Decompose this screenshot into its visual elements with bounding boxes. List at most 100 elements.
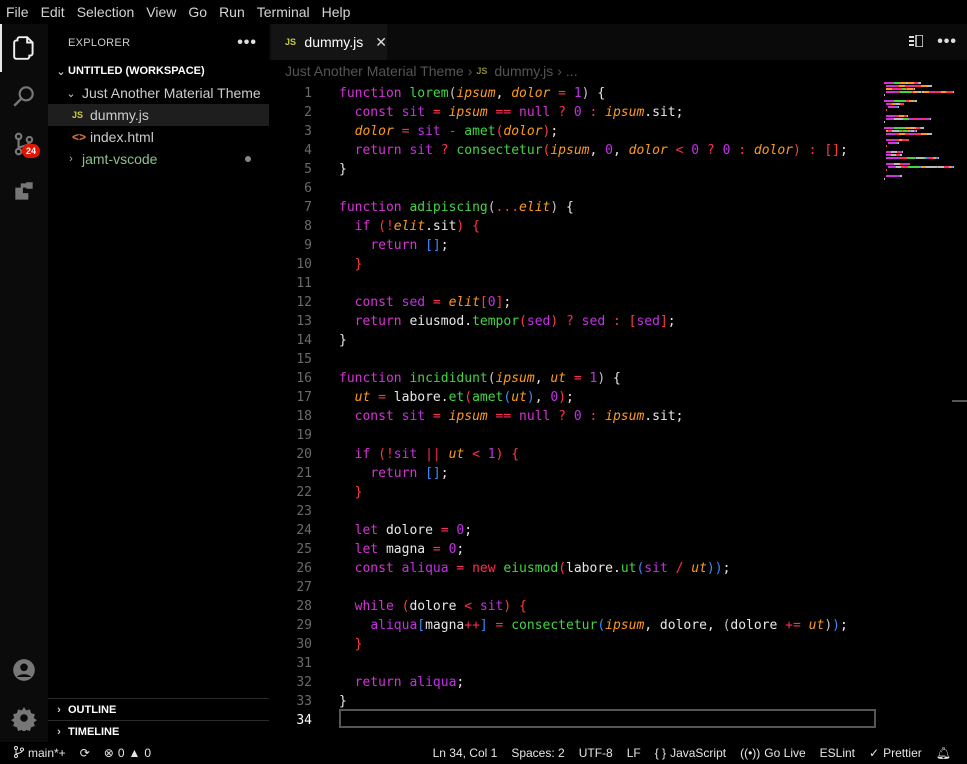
minimap-line bbox=[884, 154, 954, 156]
line-number: 24 bbox=[296, 523, 312, 538]
sync-button[interactable]: ⟳ bbox=[80, 746, 90, 760]
menu-selection[interactable]: Selection bbox=[77, 0, 135, 24]
notifications-bell-icon[interactable]: 🔔︎ bbox=[936, 746, 951, 760]
settings-gear-icon[interactable] bbox=[0, 694, 48, 742]
minimap-line bbox=[884, 160, 954, 162]
minimap-line bbox=[884, 181, 954, 183]
breadcrumb-file[interactable]: dummy.js bbox=[494, 63, 553, 79]
code-line: 30 } bbox=[269, 635, 879, 654]
tab-dummy-js[interactable]: JS dummy.js ✕ bbox=[271, 24, 387, 60]
line-number: 23 bbox=[296, 504, 312, 519]
menu-view[interactable]: View bbox=[146, 0, 176, 24]
menu-terminal[interactable]: Terminal bbox=[257, 0, 310, 24]
code-line: 20 if (!sit || ut < 1) { bbox=[269, 445, 879, 464]
minimap-line bbox=[884, 145, 954, 147]
minimap-line bbox=[884, 97, 954, 99]
close-icon[interactable]: ✕ bbox=[375, 34, 387, 51]
line-source: } bbox=[354, 485, 363, 500]
branch-icon bbox=[14, 745, 24, 761]
menu-help[interactable]: Help bbox=[322, 0, 351, 24]
eslint-status[interactable]: ESLint bbox=[820, 746, 855, 760]
folder-label: jamt-vscode bbox=[82, 151, 158, 167]
line-source: const sit = ipsum == null ? 0 : ipsum.si… bbox=[354, 409, 684, 424]
more-actions-icon[interactable]: ••• bbox=[237, 34, 257, 52]
minimap-line bbox=[884, 151, 954, 153]
line-number: 13 bbox=[296, 314, 312, 329]
chevron-down-icon: ⌄ bbox=[66, 87, 76, 100]
menu-file[interactable]: File bbox=[6, 0, 29, 24]
breadcrumb-more[interactable]: ... bbox=[566, 63, 578, 79]
modified-dot-icon bbox=[245, 156, 251, 162]
accounts-icon[interactable] bbox=[0, 646, 48, 694]
line-source: let dolore = 0; bbox=[354, 523, 473, 538]
code-line: 11 bbox=[269, 274, 879, 293]
chevron-right-icon: › bbox=[57, 725, 61, 738]
go-live-button[interactable]: ((•)) Go Live bbox=[740, 746, 806, 760]
code-editor[interactable]: 1 function lorem(ipsum, dolor = 1) {2 con… bbox=[269, 82, 879, 742]
braces-icon: { } bbox=[654, 746, 667, 760]
minimap-line bbox=[884, 127, 954, 129]
eol-status[interactable]: LF bbox=[627, 746, 641, 760]
problems-status[interactable]: ⊗ 0 ▲ 0 bbox=[104, 746, 151, 760]
code-line: 3 dolor = sit - amet(dolor); bbox=[269, 122, 879, 141]
workspace-section[interactable]: ⌄ UNTITLED (WORKSPACE) bbox=[48, 60, 269, 82]
broadcast-icon: ((•)) bbox=[740, 746, 761, 760]
line-number: 27 bbox=[296, 580, 312, 595]
line-source: function lorem(ipsum, dolor = 1) { bbox=[339, 86, 606, 101]
folder-jamt-vscode[interactable]: › jamt-vscode bbox=[48, 148, 269, 170]
split-editor-icon[interactable] bbox=[909, 33, 924, 50]
minimap-line bbox=[884, 112, 954, 114]
chevron-right-icon: › bbox=[69, 153, 73, 165]
line-number: 29 bbox=[296, 618, 312, 633]
js-file-icon: JS bbox=[285, 37, 297, 47]
code-line: 16 function incididunt(ipsum, ut = 1) { bbox=[269, 369, 879, 388]
code-line: 13 return eiusmod.tempor(sed) ? sed : [s… bbox=[269, 312, 879, 331]
menu-run[interactable]: Run bbox=[219, 0, 245, 24]
go-live-label: Go Live bbox=[764, 746, 806, 760]
minimap-line bbox=[884, 121, 954, 123]
branch-status[interactable]: main*+ bbox=[14, 745, 66, 761]
menu-go[interactable]: Go bbox=[188, 0, 207, 24]
line-number: 12 bbox=[296, 295, 312, 310]
minimap[interactable] bbox=[884, 82, 955, 180]
error-icon: ⊗ bbox=[103, 746, 114, 760]
line-number: 8 bbox=[304, 219, 312, 234]
code-line: 6 bbox=[269, 179, 879, 198]
line-number: 11 bbox=[296, 276, 312, 291]
line-number: 3 bbox=[304, 124, 312, 139]
outline-section[interactable]: › OUTLINE bbox=[48, 698, 269, 720]
chevron-right-icon: › bbox=[467, 63, 473, 79]
code-line: 10 } bbox=[269, 255, 879, 274]
code-line: 1 function lorem(ipsum, dolor = 1) { bbox=[269, 84, 879, 103]
prettier-status[interactable]: ✓ Prettier bbox=[869, 746, 922, 760]
line-source: function incididunt(ipsum, ut = 1) { bbox=[339, 371, 621, 386]
scrollbar[interactable] bbox=[952, 400, 967, 402]
encoding-status[interactable]: UTF-8 bbox=[579, 746, 613, 760]
more-actions-icon[interactable]: ••• bbox=[937, 33, 957, 51]
timeline-section[interactable]: › TIMELINE bbox=[48, 720, 269, 742]
code-line: 7 function adipiscing(...elit) { bbox=[269, 198, 879, 217]
minimap-line bbox=[884, 166, 955, 168]
code-line: 28 while (dolore < sit) { bbox=[269, 597, 879, 616]
file-index-html[interactable]: <> index.html bbox=[48, 126, 269, 148]
explorer-icon[interactable] bbox=[0, 24, 48, 72]
code-line: 25 let magna = 0; bbox=[269, 540, 879, 559]
cursor-position[interactable]: Ln 34, Col 1 bbox=[433, 746, 498, 760]
minimap-line bbox=[884, 178, 954, 180]
line-number: 20 bbox=[296, 447, 312, 462]
indentation-status[interactable]: Spaces: 2 bbox=[511, 746, 564, 760]
file-dummy-js[interactable]: JS dummy.js bbox=[48, 104, 269, 126]
line-number: 14 bbox=[296, 333, 312, 348]
language-status[interactable]: { } JavaScript bbox=[655, 746, 726, 760]
breadcrumb-folder[interactable]: Just Another Material Theme bbox=[285, 63, 464, 79]
menu-edit[interactable]: Edit bbox=[41, 0, 65, 24]
extensions-icon[interactable] bbox=[0, 168, 48, 216]
code-line: 2 const sit = ipsum == null ? 0 : ipsum.… bbox=[269, 103, 879, 122]
error-count: 0 bbox=[117, 746, 125, 760]
source-control-icon[interactable]: 24 bbox=[0, 120, 48, 168]
sidebar-header: EXPLORER ••• bbox=[48, 24, 269, 62]
js-file-icon: JS bbox=[72, 110, 84, 120]
search-icon[interactable] bbox=[0, 72, 48, 120]
code-line: 17 ut = labore.et(amet(ut), 0); bbox=[269, 388, 879, 407]
folder-just-another-material-theme[interactable]: ⌄ Just Another Material Theme bbox=[48, 82, 269, 104]
